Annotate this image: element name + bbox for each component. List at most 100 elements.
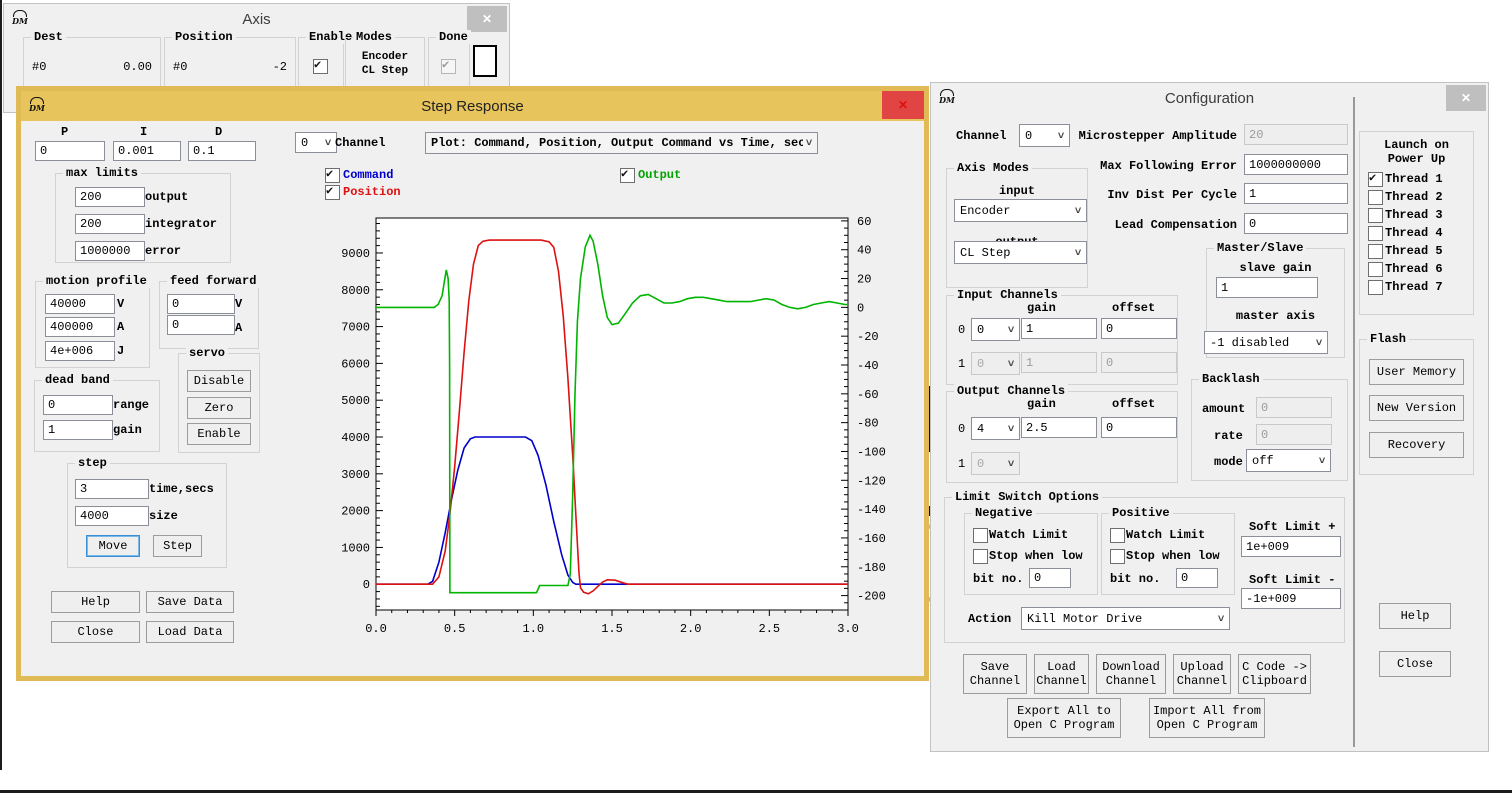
servo-enable-button[interactable]: Enable xyxy=(187,423,251,445)
user-memory-button[interactable]: User Memory xyxy=(1369,359,1464,385)
save-channel-button[interactable]: Save Channel xyxy=(963,654,1027,694)
move-button[interactable]: Move xyxy=(86,535,140,557)
svg-text:40: 40 xyxy=(857,244,871,258)
svg-text:-200: -200 xyxy=(857,590,886,604)
range-field[interactable]: 0 xyxy=(43,395,113,415)
svg-text:2.5: 2.5 xyxy=(759,622,781,636)
ff-velocity-field[interactable]: 0 xyxy=(167,294,235,314)
app-icon: DM xyxy=(938,88,956,106)
action-select[interactable]: Kill Motor Drive xyxy=(1021,607,1230,630)
output-row0-gain-field[interactable]: 2.5 xyxy=(1021,417,1097,438)
chevron-down-icon xyxy=(1215,612,1227,626)
close-button[interactable]: Close xyxy=(51,621,140,643)
slave-gain-field[interactable]: 1 xyxy=(1216,277,1318,298)
download-channel-button[interactable]: Download Channel xyxy=(1096,654,1166,694)
backlash-mode-select[interactable]: off xyxy=(1246,449,1331,472)
input-row0-channel-select[interactable]: 0 xyxy=(971,318,1020,341)
servo-label: servo xyxy=(186,346,228,360)
soft-limit-minus-field[interactable]: -1e+009 xyxy=(1241,588,1341,609)
import-all-button[interactable]: Import All from Open C Program xyxy=(1149,698,1265,738)
close-icon[interactable] xyxy=(467,6,507,32)
close-button[interactable]: Close xyxy=(1379,651,1451,677)
max-integrator-field[interactable]: 200 xyxy=(75,214,145,234)
servo-disable-button[interactable]: Disable xyxy=(187,370,251,392)
help-button[interactable]: Help xyxy=(51,591,140,613)
output-checkbox[interactable] xyxy=(620,168,635,183)
close-icon[interactable] xyxy=(882,91,924,119)
max-error-field[interactable]: 1000000 xyxy=(75,241,145,261)
help-button[interactable]: Help xyxy=(1379,603,1451,629)
thread-3-checkbox[interactable] xyxy=(1368,208,1383,223)
master-axis-label: master axis xyxy=(1207,309,1344,323)
gain-label: gain xyxy=(113,423,142,437)
max-output-field[interactable]: 200 xyxy=(75,187,145,207)
thread-7-label: Thread 7 xyxy=(1385,280,1443,294)
soft-limit-plus-field[interactable]: 1e+009 xyxy=(1241,536,1341,557)
chart-svg: 0100020003000400050006000700080009000604… xyxy=(319,209,919,639)
inv-dist-field[interactable]: 1 xyxy=(1244,183,1348,204)
svg-text:2000: 2000 xyxy=(341,505,370,519)
i-field[interactable]: 0.001 xyxy=(113,141,181,161)
output-checkbox-label: Output xyxy=(638,168,681,182)
step-time-field[interactable]: 3 xyxy=(75,479,149,499)
chevron-down-icon xyxy=(1316,454,1328,468)
svg-text:8000: 8000 xyxy=(341,284,370,298)
ff-accel-field[interactable]: 0 xyxy=(167,315,235,335)
svg-text:0.0: 0.0 xyxy=(365,622,387,636)
new-version-button[interactable]: New Version xyxy=(1369,395,1464,421)
input-row0-gain-field[interactable]: 1 xyxy=(1021,318,1097,339)
output-row0-channel-select[interactable]: 4 xyxy=(971,417,1020,440)
position-checkbox[interactable] xyxy=(325,185,340,200)
input-row0-offset-field[interactable]: 0 xyxy=(1101,318,1177,339)
save-data-button[interactable]: Save Data xyxy=(146,591,234,613)
pos-watch-limit-checkbox[interactable] xyxy=(1110,528,1125,543)
plot-select[interactable]: Plot: Command, Position, Output Command … xyxy=(425,132,818,154)
load-channel-button[interactable]: Load Channel xyxy=(1034,654,1089,694)
pos-stop-when-low-checkbox[interactable] xyxy=(1110,549,1125,564)
enable-checkbox[interactable] xyxy=(313,59,328,74)
output-mode-select[interactable]: CL Step xyxy=(954,241,1087,264)
velocity-field[interactable]: 40000 xyxy=(45,294,115,314)
lead-comp-field[interactable]: 0 xyxy=(1244,213,1348,234)
app-icon: DM xyxy=(11,9,29,27)
output-row0-offset-field[interactable]: 0 xyxy=(1101,417,1177,438)
gain-field[interactable]: 1 xyxy=(43,420,113,440)
d-field[interactable]: 0.1 xyxy=(188,141,256,161)
negative-label: Negative xyxy=(972,506,1036,520)
recovery-button[interactable]: Recovery xyxy=(1369,432,1464,458)
thread-7-checkbox[interactable] xyxy=(1368,280,1383,295)
upload-channel-button[interactable]: Upload Channel xyxy=(1173,654,1231,694)
step-button[interactable]: Step xyxy=(153,535,202,557)
pos-bit-field[interactable]: 0 xyxy=(1176,568,1218,588)
step-size-field[interactable]: 4000 xyxy=(75,506,149,526)
p-field[interactable]: 0 xyxy=(35,141,105,161)
thread-2-checkbox[interactable] xyxy=(1368,190,1383,205)
svg-text:0.5: 0.5 xyxy=(444,622,466,636)
thread-4-checkbox[interactable] xyxy=(1368,226,1383,241)
svg-text:-80: -80 xyxy=(857,417,879,431)
close-icon[interactable] xyxy=(1446,85,1486,111)
neg-stop-when-low-checkbox[interactable] xyxy=(973,549,988,564)
load-data-button[interactable]: Load Data xyxy=(146,621,234,643)
dead-band-group: dead band xyxy=(34,380,160,452)
thread-6-checkbox[interactable] xyxy=(1368,262,1383,277)
thread-5-checkbox[interactable] xyxy=(1368,244,1383,259)
export-all-button[interactable]: Export All to Open C Program xyxy=(1007,698,1121,738)
thread-1-checkbox[interactable] xyxy=(1368,172,1383,187)
dest-label: Dest xyxy=(31,30,66,44)
master-axis-select[interactable]: -1 disabled xyxy=(1204,331,1328,354)
svg-text:-60: -60 xyxy=(857,388,879,402)
svg-text:1.5: 1.5 xyxy=(601,622,623,636)
command-checkbox[interactable] xyxy=(325,168,340,183)
max-following-error-field[interactable]: 1000000000 xyxy=(1244,154,1348,175)
servo-zero-button[interactable]: Zero xyxy=(187,397,251,419)
positive-label: Positive xyxy=(1109,506,1173,520)
amount-label: amount xyxy=(1202,402,1245,416)
jerk-field[interactable]: 4e+006 xyxy=(45,341,115,361)
ccode-clipboard-button[interactable]: C Code -> Clipboard xyxy=(1238,654,1311,694)
input-mode-select[interactable]: Encoder xyxy=(954,199,1087,222)
neg-watch-limit-checkbox[interactable] xyxy=(973,528,988,543)
neg-bit-field[interactable]: 0 xyxy=(1029,568,1071,588)
channel-select[interactable]: 0 xyxy=(295,132,337,153)
accel-field[interactable]: 400000 xyxy=(45,317,115,337)
